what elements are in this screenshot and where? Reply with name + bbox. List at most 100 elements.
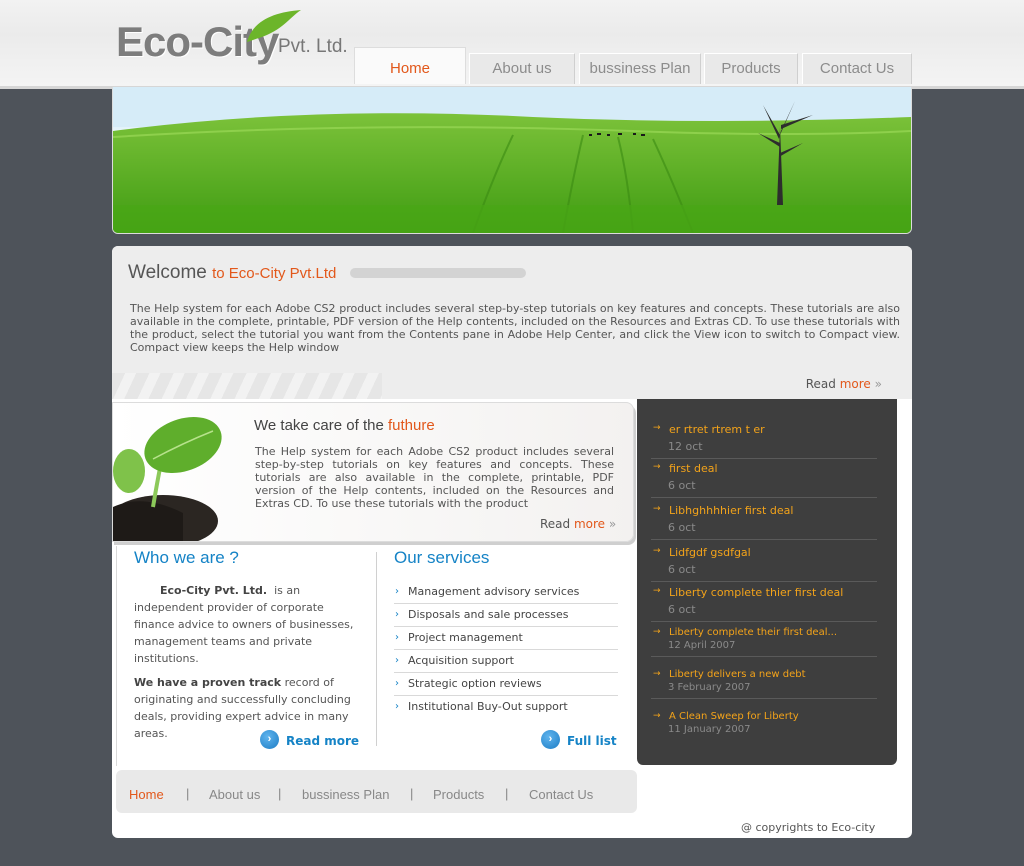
footer-link-home[interactable]: Home	[129, 787, 164, 802]
news-item[interactable]: → Libhghhhhier first deal 6 oct	[651, 504, 877, 540]
news-date: 6 oct	[668, 479, 696, 492]
future-read-more-link[interactable]: Read more »	[540, 517, 616, 531]
news-date: 12 oct	[668, 440, 703, 453]
welcome-decorative-bar	[350, 268, 526, 278]
left-border-line	[116, 546, 117, 766]
future-card: We take care of the futhure The Help sys…	[112, 402, 634, 542]
service-label: Acquisition support	[408, 654, 514, 667]
logo[interactable]: Eco-City Pvt. Ltd.	[116, 10, 356, 76]
footer-link-products[interactable]: Products	[433, 787, 484, 802]
news-item[interactable]: → Liberty delivers a new debt 3 February …	[651, 669, 877, 699]
future-heading: We take care of the futhure	[254, 417, 435, 434]
tab-products[interactable]: Products	[704, 53, 798, 84]
news-date: 12 April 2007	[668, 640, 736, 651]
service-label: Disposals and sale processes	[408, 608, 569, 621]
news-title: first deal	[669, 462, 718, 475]
news-item[interactable]: → first deal 6 oct	[651, 462, 877, 498]
future-title-text: We take care of the	[254, 417, 384, 434]
double-arrow-icon: »	[608, 517, 617, 531]
our-services-title: Our services	[394, 548, 490, 567]
service-item[interactable]: › Institutional Buy-Out support	[394, 696, 618, 718]
arrow-right-icon: →	[653, 627, 661, 637]
arrow-right-icon: →	[653, 423, 661, 433]
news-item[interactable]: → Lidfgdf gsdfgal 6 oct	[651, 546, 877, 582]
service-label: Institutional Buy-Out support	[408, 700, 568, 713]
news-title: Liberty complete thier first deal	[669, 586, 844, 599]
copyright-text: @ copyrights to Eco-city	[741, 821, 876, 834]
service-item[interactable]: › Acquisition support	[394, 650, 618, 673]
welcome-title-text: Welcome	[128, 262, 207, 283]
footer-link-contact-us[interactable]: Contact Us	[529, 787, 593, 802]
chevron-right-icon: ›	[395, 609, 399, 620]
news-item[interactable]: → Liberty complete thier first deal 6 oct	[651, 586, 877, 622]
news-date: 3 February 2007	[668, 682, 751, 693]
column-divider	[376, 552, 377, 746]
news-item[interactable]: → Liberty complete their first deal... 12…	[651, 627, 877, 657]
tab-about-us[interactable]: About us	[469, 53, 575, 84]
footer-separator: |	[410, 786, 414, 801]
news-separator	[651, 698, 877, 699]
news-separator	[651, 458, 877, 459]
chevron-right-icon: ›	[395, 586, 399, 597]
services-list: › Management advisory services › Disposals…	[394, 581, 618, 718]
read-label: Read	[540, 517, 571, 531]
tab-business-plan[interactable]: bussiness Plan	[579, 53, 701, 84]
more-label: more	[573, 517, 606, 531]
footer-separator: |	[186, 786, 190, 801]
read-label: Read	[805, 377, 836, 391]
news-separator	[651, 539, 877, 540]
service-item[interactable]: › Management advisory services	[394, 581, 618, 604]
who-read-more-link[interactable]: Read more	[286, 734, 359, 748]
arrow-right-icon: →	[653, 504, 661, 514]
news-title: A Clean Sweep for Liberty	[669, 711, 799, 722]
who-we-are-title: Who we are ?	[134, 548, 239, 567]
arrow-right-icon: →	[653, 586, 661, 596]
seedling-image	[113, 416, 222, 541]
who-bold-2: We have a proven track	[134, 676, 282, 689]
tab-contact-us[interactable]: Contact Us	[802, 53, 912, 84]
news-date: 6 oct	[668, 521, 696, 534]
news-date: 11 January 2007	[668, 724, 751, 735]
welcome-heading: Welcome to Eco-City Pvt.Ltd	[128, 262, 336, 284]
service-item[interactable]: › Disposals and sale processes	[394, 604, 618, 627]
news-title: Liberty delivers a new debt	[669, 669, 806, 680]
footer-link-business-plan[interactable]: bussiness Plan	[302, 787, 389, 802]
footer-separator: |	[505, 786, 509, 801]
arrow-right-icon: →	[653, 462, 661, 472]
news-title: Lidfgdf gsdfgal	[669, 546, 751, 559]
news-item[interactable]: → A Clean Sweep for Liberty 11 January 20…	[651, 711, 877, 735]
news-separator	[651, 497, 877, 498]
double-arrow-icon: »	[874, 377, 882, 391]
news-separator	[651, 656, 877, 657]
service-label: Management advisory services	[408, 585, 580, 598]
footer-link-about-us[interactable]: About us	[209, 787, 260, 802]
news-item[interactable]: → er rtret rtrem t er 12 oct	[651, 423, 877, 459]
footer-nav: Home | About us | bussiness Plan | Produ…	[116, 770, 637, 813]
news-date: 6 oct	[668, 563, 696, 576]
full-list-link[interactable]: Full list	[567, 734, 617, 748]
welcome-section: Welcome to Eco-City Pvt.Ltd The Help sys…	[112, 246, 912, 399]
service-label: Strategic option reviews	[408, 677, 542, 690]
future-title-highlight: futhure	[387, 417, 435, 434]
decorative-stripes	[112, 373, 382, 399]
welcome-read-more-link[interactable]: Read more »	[806, 377, 882, 391]
news-title: er rtret rtrem t er	[669, 423, 765, 436]
service-label: Project management	[408, 631, 523, 644]
footer-separator: |	[278, 786, 282, 801]
welcome-title-highlight: to Eco-City Pvt.Ltd	[212, 265, 337, 282]
news-separator	[651, 581, 877, 582]
who-we-are-text: Eco-City Pvt. Ltd. is an independent pro…	[134, 582, 359, 742]
tab-home[interactable]: Home	[354, 47, 466, 84]
arrow-right-icon: →	[653, 546, 661, 556]
company-name: Eco-City Pvt. Ltd.	[160, 584, 268, 597]
chevron-right-icon: ›	[395, 678, 399, 689]
hero-banner	[112, 87, 912, 234]
news-separator	[651, 621, 877, 622]
service-item[interactable]: › Strategic option reviews	[394, 673, 618, 696]
read-more-arrow-icon[interactable]: ›	[260, 730, 279, 749]
news-title: Liberty complete their first deal...	[669, 627, 838, 638]
service-item[interactable]: › Project management	[394, 627, 618, 650]
full-list-arrow-icon[interactable]: ›	[541, 730, 560, 749]
arrow-right-icon: →	[653, 711, 661, 721]
logo-suffix: Pvt. Ltd.	[278, 36, 348, 57]
